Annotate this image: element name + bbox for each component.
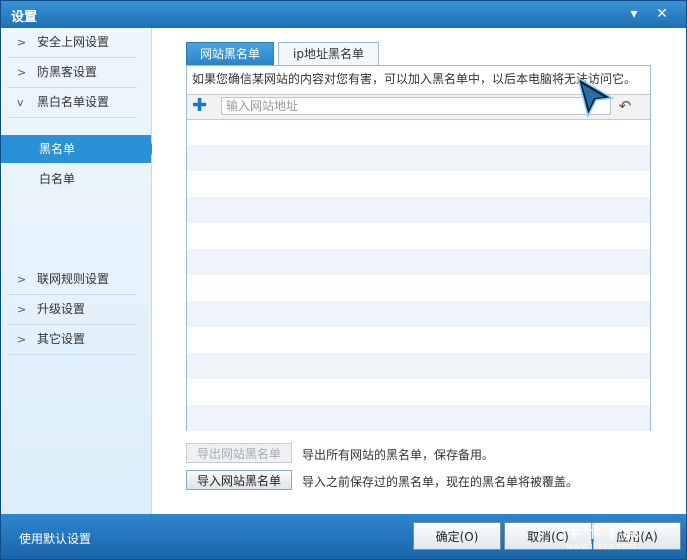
tab-ip-blacklist[interactable]: ip地址黑名单 [278, 42, 379, 65]
tab-website-blacklist[interactable]: 网站黑名单 [186, 42, 274, 65]
watermark-text: 卡卡下载 [566, 522, 643, 541]
sidebar: > 安全上网设置 > 防黑客设置 v 黑白名单设置 黑名单 白名单 > 联网规则… [1, 28, 157, 514]
table-row[interactable] [187, 197, 650, 223]
sidebar-subitem-label: 白名单 [39, 172, 76, 186]
import-description: 导入之前保存过的黑名单，现在的黑名单将被覆盖。 [302, 475, 579, 489]
sidebar-item-label: 升级设置 [37, 302, 86, 316]
sidebar-item-network-rules[interactable]: > 联网规则设置 [7, 265, 137, 295]
undo-icon[interactable]: ↶ [615, 97, 635, 115]
sidebar-item-label: 防黑客设置 [37, 65, 98, 79]
export-blacklist-button[interactable]: 导出网站黑名单 [186, 443, 292, 463]
sidebar-item-black-white-list[interactable]: v 黑白名单设置 [7, 88, 137, 118]
sidebar-item-label: 联网规则设置 [37, 272, 110, 286]
table-row[interactable] [187, 275, 650, 301]
add-icon[interactable]: ✚ [192, 97, 208, 115]
sidebar-subitem-whitelist[interactable]: 白名单 [1, 165, 151, 193]
blacklist-table [187, 119, 650, 431]
sidebar-item-upgrade[interactable]: > 升级设置 [7, 295, 137, 325]
sidebar-item-safe-browsing[interactable]: > 安全上网设置 [7, 28, 137, 58]
ok-button[interactable]: 确定(O) [413, 522, 501, 550]
sidebar-item-label: 其它设置 [37, 332, 86, 346]
table-row[interactable] [187, 405, 650, 431]
mouse-cursor-icon [576, 76, 615, 119]
watermark-url: www.ikaka.com [566, 542, 636, 552]
chevron-right-icon: > [17, 303, 27, 316]
chevron-right-icon: > [17, 36, 27, 49]
table-row[interactable] [187, 327, 650, 353]
chevron-right-icon: > [17, 66, 27, 79]
table-row[interactable] [187, 119, 650, 145]
sidebar-item-other[interactable]: > 其它设置 [7, 325, 137, 355]
notice-text: 如果您确信某网站的内容对您有害，可以加入黑名单中，以后本电脑将无法访问它。 [192, 72, 637, 86]
minimize-button[interactable]: ▾ [623, 4, 645, 24]
settings-window: 设置 ▾ ✕ > 安全上网设置 > 防黑客设置 v 黑白名单设置 黑名单 白名单 [0, 0, 687, 560]
table-row[interactable] [187, 301, 650, 327]
table-row[interactable] [187, 249, 650, 275]
table-row[interactable] [187, 145, 650, 171]
use-defaults-link[interactable]: 使用默认设置 [19, 530, 91, 547]
table-row[interactable] [187, 223, 650, 249]
chevron-right-icon: > [17, 273, 27, 286]
table-row[interactable] [187, 171, 650, 197]
window-title: 设置 [11, 10, 38, 25]
table-row[interactable] [187, 353, 650, 379]
sidebar-item-label: 黑白名单设置 [37, 95, 110, 109]
sidebar-item-label: 安全上网设置 [37, 35, 110, 49]
sidebar-item-anti-hacker[interactable]: > 防黑客设置 [7, 58, 137, 88]
chevron-down-icon: v [17, 96, 24, 109]
import-blacklist-button[interactable]: 导入网站黑名单 [186, 470, 292, 490]
website-address-input[interactable] [221, 97, 611, 115]
close-button[interactable]: ✕ [651, 4, 673, 24]
sidebar-subitem-blacklist[interactable]: 黑名单 [1, 135, 157, 163]
table-row[interactable] [187, 379, 650, 405]
watermark-logo: 卡卡下载 www.ikaka.com [566, 518, 642, 552]
title-bar: 设置 ▾ ✕ [1, 1, 686, 28]
chevron-right-icon: > [17, 333, 27, 346]
sidebar-subitem-label: 黑名单 [39, 142, 76, 156]
export-description: 导出所有网站的黑名单，保存备用。 [302, 448, 495, 462]
